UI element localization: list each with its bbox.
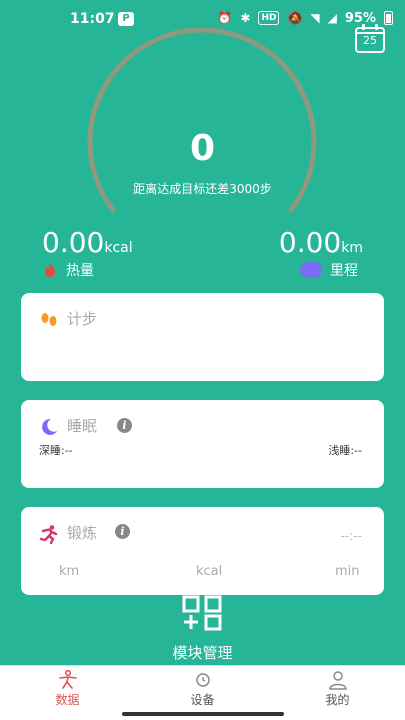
calories-label-row: 热量 [42,260,94,280]
exercise-unit-kcal: kcal [196,564,223,579]
calories-label: 热量 [66,263,94,279]
nav-label-mine: 我的 [325,693,350,707]
step-count: 0 [189,128,216,169]
module-grid-icon[interactable] [182,595,224,631]
home-indicator [122,712,284,716]
exercise-card[interactable]: 锻炼 i --:-- km kcal min [21,507,384,595]
light-sleep-label: 浅睡:-- [328,444,362,457]
watch-icon [195,673,210,687]
distance-label: 里程 [330,263,358,279]
calories-value: 0.00 [42,226,105,259]
exercise-card-title: 锻炼 [67,524,98,542]
deep-sleep-label: 深睡:-- [39,444,73,457]
sleep-info-icon[interactable]: i [117,418,132,433]
data-running-icon [58,670,77,689]
distance-dot-icon [300,262,322,278]
fire-icon [45,263,55,277]
step-goal-text: 距离达成目标还差3000步 [133,182,272,196]
moon-icon [42,418,57,435]
nav-label-device: 设备 [190,693,215,707]
step-progress-gauge [87,27,317,213]
exercise-unit-min: min [335,564,360,579]
footprints-icon [41,313,57,326]
exercise-unit-km: km [59,564,80,579]
user-icon [328,671,347,690]
distance-label-row: 里程 [300,260,358,280]
nav-label-data: 数据 [55,693,80,707]
steps-card-title: 计步 [67,310,98,328]
nav-item-data[interactable]: 数据 [0,666,135,720]
exercise-info-icon[interactable]: i [115,524,130,539]
sleep-card[interactable]: 睡眠 i 深睡:-- 浅睡:-- [21,400,384,488]
module-manage-label[interactable]: 模块管理 [0,642,405,663]
nav-item-mine[interactable]: 我的 [270,666,405,720]
distance-unit: km [341,240,363,256]
calories-unit: kcal [104,240,133,256]
distance-stat: 0.00km [279,226,363,259]
running-icon [39,525,58,544]
steps-card[interactable]: 计步 [21,293,384,381]
sleep-card-title: 睡眠 [67,417,98,435]
calories-stat: 0.00kcal [42,226,133,259]
exercise-time: --:-- [340,529,362,543]
distance-value: 0.00 [278,226,342,259]
